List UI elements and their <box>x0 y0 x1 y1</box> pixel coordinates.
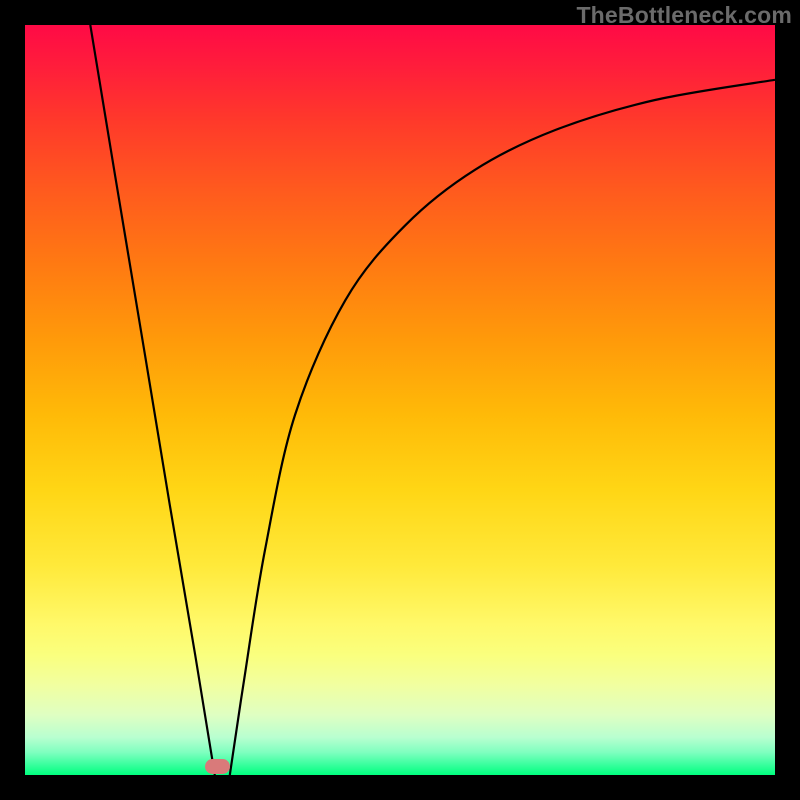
chart-gradient-background <box>25 25 775 775</box>
watermark-text: TheBottleneck.com <box>576 2 792 29</box>
optimum-marker <box>205 759 230 774</box>
chart-frame <box>25 25 775 775</box>
